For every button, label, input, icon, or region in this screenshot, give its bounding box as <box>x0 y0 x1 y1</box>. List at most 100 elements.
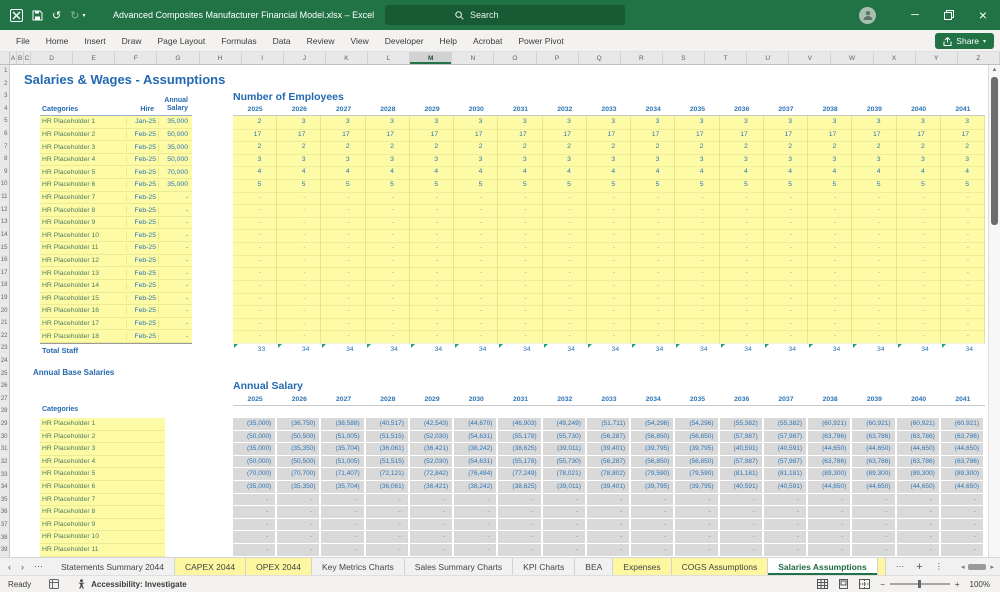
annual-salary-empty-cell[interactable]: - <box>764 519 806 531</box>
employees-empty-cell[interactable]: - <box>410 305 454 319</box>
employees-empty-cell[interactable]: - <box>897 229 941 243</box>
employees-empty-cell[interactable]: - <box>852 192 896 206</box>
employees-empty-cell[interactable]: - <box>321 267 365 281</box>
annual-salary-cell[interactable]: (35,350) <box>277 443 319 455</box>
employees-empty-cell[interactable]: - <box>720 255 764 269</box>
employees-empty-cell[interactable]: - <box>631 255 675 269</box>
row-header-20[interactable]: 20 <box>0 305 9 318</box>
row-header-19[interactable]: 19 <box>0 292 9 305</box>
employees-empty-cell[interactable]: - <box>366 192 410 206</box>
employees-empty-cell[interactable]: - <box>543 192 587 206</box>
annual-salary-cell[interactable]: (55,382) <box>764 418 806 430</box>
column-header-x[interactable]: X <box>874 52 916 64</box>
annual-salary-empty-cell[interactable]: - <box>764 494 806 506</box>
employees-empty-cell[interactable]: - <box>941 330 985 344</box>
base-salary-category-cell[interactable]: HR Placeholder 3 <box>40 443 165 456</box>
zoom-slider[interactable] <box>890 583 950 585</box>
annual-salary-empty-cell[interactable]: - <box>321 519 363 531</box>
sheet-tab-statements-summary-2044[interactable]: Statements Summary 2044 <box>51 558 175 575</box>
annual-salary-cell[interactable]: (51,515) <box>366 431 408 443</box>
annual-salary-cell[interactable]: (39,401) <box>587 481 629 493</box>
annual-salary-cell[interactable]: (79,590) <box>675 468 717 480</box>
staff-category-cell[interactable]: HR Placeholder 8 <box>40 207 126 214</box>
employees-empty-cell[interactable]: - <box>808 293 852 307</box>
row-header-1[interactable]: 1 <box>0 65 9 78</box>
annual-salary-empty-cell[interactable]: - <box>631 506 673 518</box>
row-header-10[interactable]: 10 <box>0 178 9 191</box>
annual-salary-empty-cell[interactable]: - <box>321 494 363 506</box>
employees-cell[interactable]: 3 <box>543 116 587 130</box>
share-button[interactable]: Share ▾ <box>935 33 994 49</box>
employees-empty-cell[interactable]: - <box>277 255 321 269</box>
column-header-j[interactable]: J <box>284 52 326 64</box>
employees-empty-cell[interactable]: - <box>764 293 808 307</box>
ribbon-tab-review[interactable]: Review <box>299 32 343 50</box>
employees-cell[interactable]: 3 <box>897 154 941 168</box>
employees-empty-cell[interactable]: - <box>366 330 410 344</box>
employees-empty-cell[interactable]: - <box>543 293 587 307</box>
employees-cell[interactable]: 3 <box>675 154 719 168</box>
annual-salary-cell[interactable]: (44,650) <box>852 481 894 493</box>
annual-salary-empty-cell[interactable]: - <box>587 506 629 518</box>
annual-salary-cell[interactable]: (60,921) <box>852 418 894 430</box>
annual-salary-cell[interactable]: (79,590) <box>631 468 673 480</box>
annual-salary-empty-cell[interactable]: - <box>897 494 939 506</box>
employees-empty-cell[interactable]: - <box>277 318 321 332</box>
staff-salary-cell[interactable]: 50,000 <box>158 156 192 163</box>
column-header-f[interactable]: F <box>115 52 157 64</box>
annual-salary-empty-cell[interactable]: - <box>941 531 983 543</box>
employees-empty-cell[interactable]: - <box>852 229 896 243</box>
employees-empty-cell[interactable]: - <box>366 293 410 307</box>
annual-salary-year-2027[interactable]: 2027 <box>321 393 365 406</box>
annual-salary-cell[interactable]: (50,500) <box>277 456 319 468</box>
employees-empty-cell[interactable]: - <box>720 242 764 256</box>
total-staff-row[interactable]: Total Staff <box>40 343 192 356</box>
employees-cell[interactable]: 4 <box>631 166 675 180</box>
annual-salary-cell[interactable]: (55,178) <box>498 456 540 468</box>
employees-cell[interactable]: 3 <box>587 154 631 168</box>
annual-salary-cell[interactable]: (40,517) <box>366 418 408 430</box>
employees-total-cell[interactable]: 34 <box>366 343 410 356</box>
employees-cell[interactable]: 3 <box>454 154 498 168</box>
staff-salary-cell[interactable]: 35,000 <box>158 118 192 125</box>
employees-empty-cell[interactable]: - <box>321 217 365 231</box>
annual-salary-empty-cell[interactable]: - <box>764 531 806 543</box>
employees-empty-cell[interactable]: - <box>808 330 852 344</box>
annual-salary-empty-cell[interactable]: - <box>543 506 585 518</box>
row-header-39[interactable]: 39 <box>0 544 9 557</box>
ribbon-tab-data[interactable]: Data <box>265 32 299 50</box>
annual-salary-year-2033[interactable]: 2033 <box>587 393 631 406</box>
employees-empty-cell[interactable]: - <box>808 280 852 294</box>
annual-salary-year-2029[interactable]: 2029 <box>410 393 454 406</box>
column-header-s[interactable]: S <box>663 52 705 64</box>
annual-salary-cell[interactable]: (36,421) <box>410 443 452 455</box>
annual-salary-empty-cell[interactable]: - <box>675 544 717 556</box>
staff-category-cell[interactable]: HR Placeholder 13 <box>40 270 126 277</box>
annual-salary-cell[interactable]: (40,591) <box>720 443 762 455</box>
employees-empty-cell[interactable]: - <box>454 255 498 269</box>
employees-cell[interactable]: 5 <box>498 179 542 193</box>
employees-empty-cell[interactable]: - <box>543 204 587 218</box>
employees-total-cell[interactable]: 34 <box>675 343 719 356</box>
employees-empty-cell[interactable]: - <box>941 305 985 319</box>
employees-empty-cell[interactable]: - <box>321 293 365 307</box>
employees-empty-cell[interactable]: - <box>852 204 896 218</box>
annual-salary-cell[interactable]: (40,591) <box>764 443 806 455</box>
annual-salary-cell[interactable]: (56,850) <box>631 431 673 443</box>
employees-cell[interactable]: 2 <box>498 141 542 155</box>
employees-year-2026[interactable]: 2026 <box>277 103 321 116</box>
annual-salary-empty-cell[interactable]: - <box>764 506 806 518</box>
annual-salary-cell[interactable]: (44,650) <box>941 443 983 455</box>
employees-empty-cell[interactable]: - <box>808 318 852 332</box>
column-header-l[interactable]: L <box>368 52 410 64</box>
staff-hire-cell[interactable]: Feb-25 <box>126 282 158 289</box>
annual-salary-empty-cell[interactable]: - <box>852 519 894 531</box>
employees-empty-cell[interactable]: - <box>233 229 277 243</box>
employees-total-cell[interactable]: 34 <box>498 343 542 356</box>
employees-empty-cell[interactable]: - <box>277 242 321 256</box>
annual-salary-cell[interactable]: (44,650) <box>897 443 939 455</box>
employees-empty-cell[interactable]: - <box>852 280 896 294</box>
staff-category-cell[interactable]: HR Placeholder 9 <box>40 219 126 226</box>
employees-empty-cell[interactable]: - <box>941 267 985 281</box>
staff-salary-cell[interactable]: - <box>158 219 192 226</box>
